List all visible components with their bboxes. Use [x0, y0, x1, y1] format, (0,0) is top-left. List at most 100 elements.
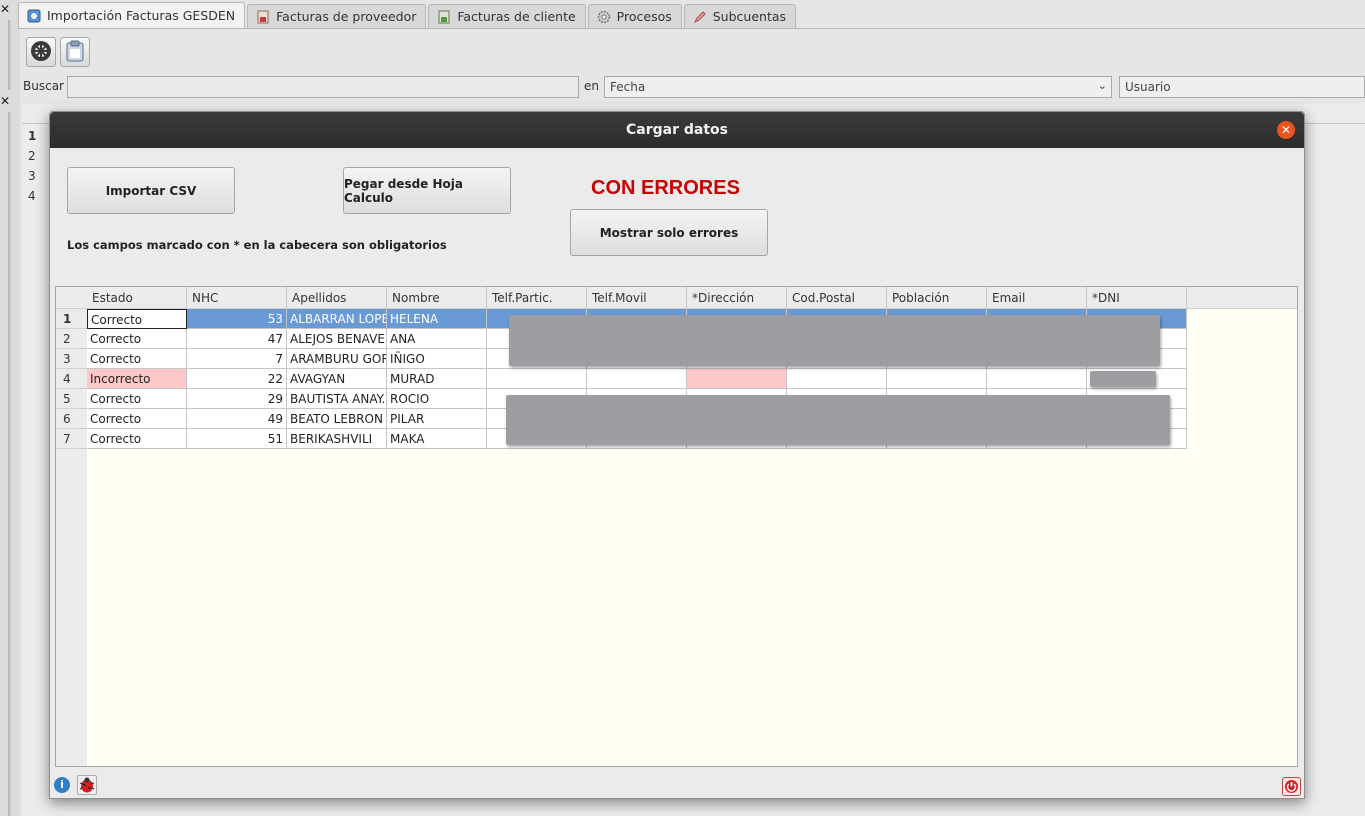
table-cell[interactable] [787, 369, 887, 389]
import-csv-button[interactable]: Importar CSV [67, 167, 235, 214]
table-row[interactable]: Incorrecto 22 AVAGYAN MURAD [87, 369, 1187, 389]
background-row-number: 4 [28, 189, 36, 203]
column-header-estado[interactable]: Estado [87, 287, 187, 309]
background-row-number: 2 [28, 149, 36, 163]
table-cell[interactable]: ARAMBURU GOR [287, 349, 387, 369]
row-number[interactable]: 4 [56, 369, 87, 389]
wheel-icon [30, 40, 52, 65]
row-number[interactable]: 2 [56, 329, 87, 349]
refresh-button[interactable] [26, 37, 56, 67]
column-header-direccion[interactable]: *Dirección [687, 287, 787, 309]
table-cell[interactable]: ALBARRAN LOPE [287, 309, 387, 329]
column-header-apellidos[interactable]: Apellidos [287, 287, 387, 309]
dialog-title: Cargar datos [50, 112, 1304, 148]
column-header-cod-postal[interactable]: Cod.Postal [787, 287, 887, 309]
table-cell[interactable]: MURAD [387, 369, 487, 389]
table-cell[interactable]: 49 [187, 409, 287, 429]
row-number[interactable]: 1 [56, 309, 87, 329]
pencil-icon [693, 10, 707, 24]
column-header-poblacion[interactable]: Población [887, 287, 987, 309]
table-cell[interactable]: 51 [187, 429, 287, 449]
table-cell[interactable]: 47 [187, 329, 287, 349]
table-cell[interactable]: Incorrecto [87, 369, 187, 389]
tab-facturas-proveedor[interactable]: Facturas de proveedor [247, 4, 427, 28]
search-row: Buscar en Fecha ⌄ Usuario [20, 76, 1365, 98]
left-side-strip: ✕ ✕ [0, 0, 20, 816]
gear-icon [597, 10, 611, 24]
data-grid[interactable]: Estado NHC Apellidos Nombre Telf.Partic.… [55, 286, 1298, 767]
table-cell[interactable]: Correcto [87, 329, 187, 349]
show-errors-button[interactable]: Mostrar solo errores [570, 209, 768, 256]
row-number[interactable]: 3 [56, 349, 87, 369]
column-header-email[interactable]: Email [987, 287, 1087, 309]
column-header-nombre[interactable]: Nombre [387, 287, 487, 309]
table-cell[interactable]: BAUTISTA ANAY. [287, 389, 387, 409]
table-cell[interactable] [487, 369, 587, 389]
table-cell[interactable]: ANA [387, 329, 487, 349]
table-cell[interactable]: ROCIO [387, 389, 487, 409]
splitter[interactable] [8, 112, 11, 816]
status-label: CON ERRORES [591, 177, 740, 199]
table-cell[interactable] [987, 369, 1087, 389]
table-cell[interactable] [687, 369, 787, 389]
table-cell[interactable]: 53 [187, 309, 287, 329]
table-cell[interactable]: ALEJOS BENAVEI [287, 329, 387, 349]
table-cell[interactable]: 22 [187, 369, 287, 389]
splitter[interactable] [8, 20, 11, 90]
required-fields-note: Los campos marcado con * en la cabecera … [67, 238, 447, 252]
tab-procesos[interactable]: Procesos [587, 4, 682, 28]
invoice-client-icon [437, 10, 451, 24]
grid-row-header: 1 2 3 4 5 6 7 [56, 309, 87, 766]
chevron-down-icon: ⌄ [1097, 79, 1107, 92]
tab-subcuentas[interactable]: Subcuentas [683, 4, 797, 28]
column-header-nhc[interactable]: NHC [187, 287, 287, 309]
power-icon [1283, 780, 1300, 798]
redaction-block [506, 395, 1170, 445]
debug-button[interactable] [77, 775, 97, 795]
background-row-number: 3 [28, 169, 36, 183]
table-cell[interactable]: IÑIGO [387, 349, 487, 369]
column-header-telf-partic[interactable]: Telf.Partic. [487, 287, 587, 309]
table-cell[interactable]: Correcto [87, 389, 187, 409]
table-cell[interactable]: Correcto [87, 349, 187, 369]
table-cell[interactable]: Correcto [87, 409, 187, 429]
search-field-select[interactable]: Fecha ⌄ [604, 76, 1112, 98]
column-header-telf-movil[interactable]: Telf.Movil [587, 287, 687, 309]
table-cell[interactable]: Correcto [87, 309, 187, 329]
redaction-block [1090, 371, 1156, 387]
clipboard-icon [65, 40, 85, 65]
table-cell[interactable]: Correcto [87, 429, 187, 449]
table-cell[interactable]: BERIKASHVILI [287, 429, 387, 449]
background-row-number: 1 [28, 129, 37, 143]
column-header-dni[interactable]: *DNI [1087, 287, 1187, 309]
row-number[interactable]: 5 [56, 389, 87, 409]
bug-icon [78, 777, 96, 797]
user-field[interactable]: Usuario [1119, 76, 1365, 98]
table-cell[interactable] [587, 369, 687, 389]
paste-spreadsheet-button[interactable]: Pegar desde Hoja Calculo [343, 167, 511, 214]
row-number[interactable]: 6 [56, 409, 87, 429]
power-button[interactable] [1282, 777, 1301, 796]
table-cell[interactable] [887, 369, 987, 389]
info-icon[interactable]: i [54, 777, 70, 793]
grid-column-header: Estado NHC Apellidos Nombre Telf.Partic.… [56, 287, 1297, 309]
tab-facturas-cliente[interactable]: Facturas de cliente [428, 4, 586, 28]
table-cell[interactable]: BEATO LEBRON [287, 409, 387, 429]
close-icon[interactable]: ✕ [0, 2, 10, 16]
close-icon[interactable]: ✕ [0, 94, 10, 108]
row-number[interactable]: 7 [56, 429, 87, 449]
table-cell[interactable]: 7 [187, 349, 287, 369]
table-cell[interactable]: HELENA [387, 309, 487, 329]
table-cell[interactable]: MAKA [387, 429, 487, 449]
search-input[interactable] [67, 76, 579, 98]
invoice-icon [256, 10, 270, 24]
table-cell[interactable]: 29 [187, 389, 287, 409]
table-cell[interactable]: AVAGYAN [287, 369, 387, 389]
redaction-block [509, 315, 1160, 366]
tab-importacion-facturas[interactable]: Importación Facturas GESDEN [18, 2, 246, 28]
table-cell[interactable]: PILAR [387, 409, 487, 429]
import-icon [27, 9, 41, 23]
search-in-label: en [584, 79, 599, 93]
close-icon[interactable]: ✕ [1277, 121, 1295, 139]
clipboard-button[interactable] [60, 37, 90, 67]
